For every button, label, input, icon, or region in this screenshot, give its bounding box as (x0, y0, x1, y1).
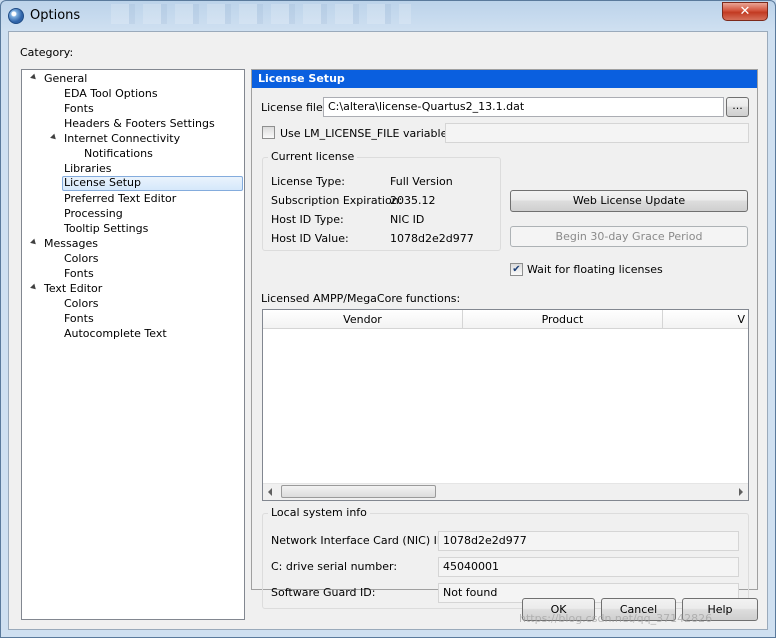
ampp-functions-label: Licensed AMPP/MegaCore functions: (261, 292, 461, 305)
tree-item-autocomplete-text[interactable]: Autocomplete Text (64, 327, 167, 341)
license-setup-panel: License Setup License file: C:\altera\li… (251, 69, 758, 609)
options-window: Options ✕ Category: General EDA Tool Opt… (0, 0, 776, 638)
tree-item-text-editor-fonts[interactable]: Fonts (64, 312, 94, 326)
tree-item-messages[interactable]: Messages (44, 237, 98, 251)
tree-item-messages-colors[interactable]: Colors (64, 252, 98, 266)
tree-item-libraries[interactable]: Libraries (64, 162, 112, 176)
options-app-icon (8, 8, 24, 24)
scroll-left-icon[interactable] (268, 488, 272, 496)
tree-item-processing[interactable]: Processing (64, 207, 123, 221)
current-license-title: Current license (268, 150, 358, 163)
close-button[interactable]: ✕ (722, 2, 768, 21)
tree-item-license-setup-label: License Setup (64, 176, 141, 189)
tree-item-messages-fonts[interactable]: Fonts (64, 267, 94, 281)
expand-general-icon[interactable] (30, 73, 38, 82)
current-license-group: Current license License Type: Full Versi… (262, 150, 501, 251)
column-header-vendor[interactable]: Vendor (263, 310, 463, 329)
local-system-info-group: Local system info Network Interface Card… (262, 506, 749, 609)
panel-header: License Setup (252, 70, 757, 88)
tree-item-fonts[interactable]: Fonts (64, 102, 94, 116)
software-guard-label: Software Guard ID: (271, 586, 376, 599)
license-file-input[interactable]: C:\altera\license-Quartus2_13.1.dat (323, 97, 724, 117)
wait-floating-label: Wait for floating licenses (527, 263, 663, 276)
host-id-value-value: 1078d2e2d977 (390, 232, 474, 245)
web-license-update-button[interactable]: Web License Update (510, 190, 748, 212)
use-lm-license-label: Use LM_LICENSE_FILE variable: (280, 127, 452, 140)
host-id-type-label: Host ID Type: (271, 213, 344, 226)
license-file-label: License file: (261, 101, 327, 114)
background-toolbar-ghost (111, 4, 411, 24)
window-title: Options (30, 8, 81, 23)
scroll-right-icon[interactable] (739, 488, 743, 496)
scroll-thumb[interactable] (281, 485, 436, 498)
drive-serial-field: 45040001 (438, 557, 739, 577)
lm-license-file-input[interactable] (445, 123, 749, 143)
license-type-value: Full Version (390, 175, 453, 188)
tree-item-general[interactable]: General (44, 72, 87, 86)
tree-item-license-setup[interactable]: License Setup (62, 176, 243, 191)
column-header-product[interactable]: Product (463, 310, 663, 329)
local-system-info-title: Local system info (268, 506, 370, 519)
category-label: Category: (20, 46, 74, 59)
dialog-client-area: Category: General EDA Tool Options Fonts… (8, 31, 768, 630)
browse-license-button[interactable]: ... (726, 97, 749, 117)
tree-item-text-editor-colors[interactable]: Colors (64, 297, 98, 311)
expand-messages-icon[interactable] (30, 238, 38, 247)
tree-item-text-editor[interactable]: Text Editor (44, 282, 102, 296)
expiration-label: Subscription Expiration: (271, 194, 403, 207)
tree-item-eda-tool-options[interactable]: EDA Tool Options (64, 87, 158, 101)
license-type-label: License Type: (271, 175, 345, 188)
table-horizontal-scrollbar[interactable] (263, 483, 748, 500)
use-lm-license-checkbox[interactable] (262, 126, 275, 139)
wait-floating-checkbox[interactable]: ✔ (510, 263, 523, 276)
host-id-value-label: Host ID Value: (271, 232, 349, 245)
watermark-text: https://blog.csdn.net/qq_37142826 (519, 612, 713, 625)
tree-item-internet-connectivity[interactable]: Internet Connectivity (64, 132, 180, 146)
category-tree[interactable]: General EDA Tool Options Fonts Headers &… (21, 69, 245, 620)
tree-item-notifications[interactable]: Notifications (84, 147, 153, 161)
drive-serial-label: C: drive serial number: (271, 560, 398, 573)
nic-id-field: 1078d2e2d977 (438, 531, 739, 551)
title-bar[interactable]: Options ✕ (1, 1, 775, 31)
expand-internet-icon[interactable] (50, 133, 58, 142)
tree-item-headers-footers[interactable]: Headers & Footers Settings (64, 117, 215, 131)
tree-item-preferred-text-editor[interactable]: Preferred Text Editor (64, 192, 176, 206)
column-header-version[interactable]: V (663, 310, 748, 329)
expand-text-editor-icon[interactable] (30, 283, 38, 292)
tree-item-tooltip-settings[interactable]: Tooltip Settings (64, 222, 148, 236)
ampp-functions-table[interactable]: Vendor Product V (262, 309, 749, 501)
host-id-type-value: NIC ID (390, 213, 425, 226)
expiration-value: 2035.12 (390, 194, 436, 207)
nic-id-label: Network Interface Card (NIC) ID: (271, 534, 450, 547)
grace-period-button[interactable]: Begin 30-day Grace Period (510, 226, 748, 247)
